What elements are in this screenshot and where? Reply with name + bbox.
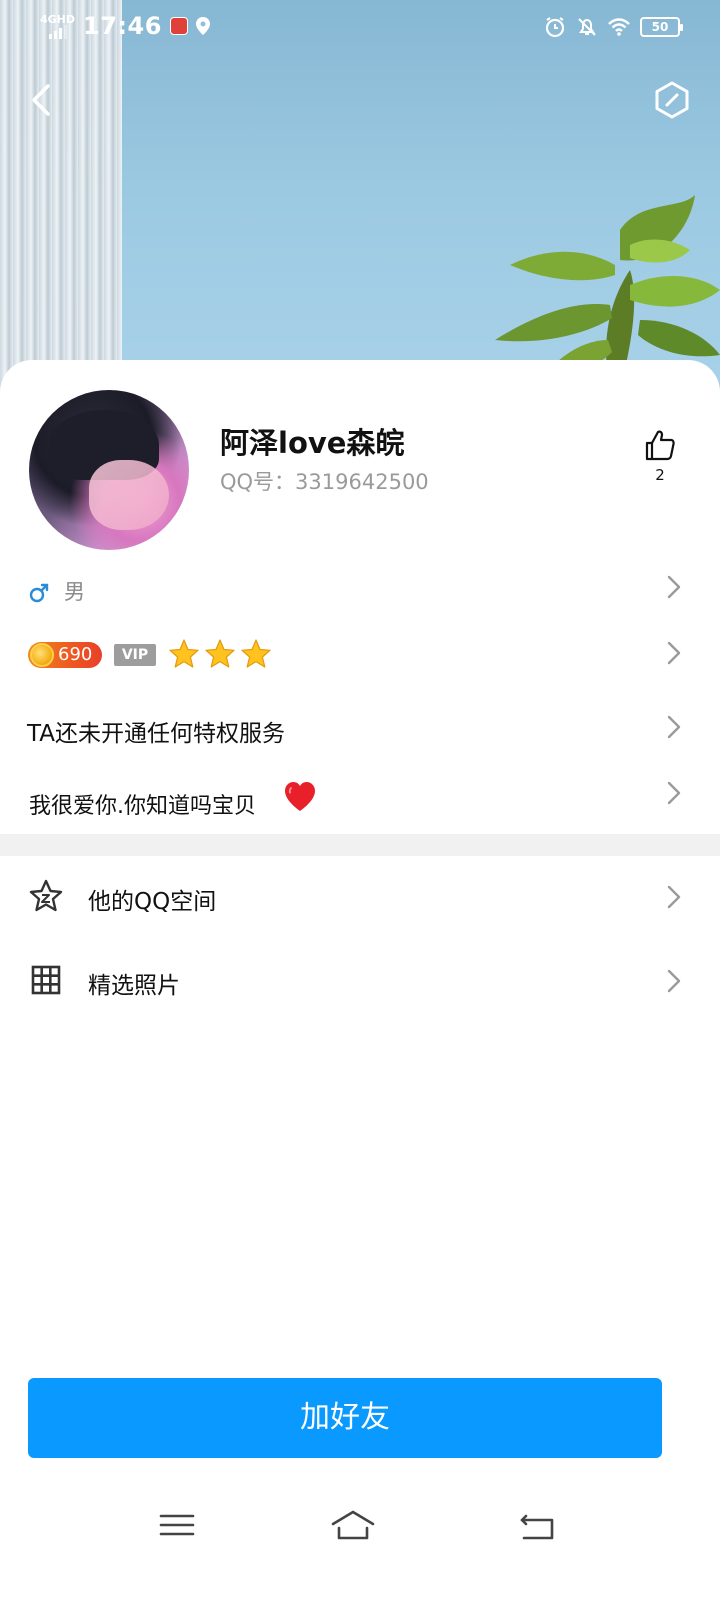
qq-number: QQ号：3319642500 bbox=[220, 470, 429, 494]
photos-row[interactable]: 精选照片 bbox=[0, 946, 720, 1016]
chevron-right-icon bbox=[667, 969, 681, 993]
app-notification-icon bbox=[169, 17, 188, 35]
vip-tag: VIP bbox=[114, 644, 156, 666]
signal-icon bbox=[48, 24, 67, 39]
star-icon bbox=[241, 639, 271, 668]
wifi-icon bbox=[608, 18, 630, 36]
male-icon bbox=[29, 583, 49, 603]
gender-text: 男 bbox=[64, 580, 85, 604]
status-bar: 4GHD 17:46 50 bbox=[0, 0, 720, 56]
privilege-text: TA还未开通任何特权服务 bbox=[27, 721, 285, 747]
level-value: 690 bbox=[58, 644, 93, 665]
privilege-row[interactable]: TA还未开通任何特权服务 bbox=[0, 710, 720, 760]
status-time: 17:46 bbox=[83, 12, 162, 40]
chevron-right-icon bbox=[667, 641, 681, 665]
section-divider bbox=[0, 834, 720, 856]
avatar[interactable] bbox=[29, 390, 189, 550]
cover-curtain bbox=[0, 0, 122, 420]
like-button[interactable]: 2 bbox=[640, 428, 680, 484]
chevron-left-icon[interactable] bbox=[24, 80, 60, 120]
photos-label: 精选照片 bbox=[88, 973, 180, 999]
gender-row[interactable]: 男 bbox=[0, 572, 720, 622]
home-icon[interactable] bbox=[328, 1504, 378, 1546]
back-icon[interactable] bbox=[512, 1504, 562, 1546]
system-nav-bar bbox=[0, 1492, 720, 1562]
star-icon bbox=[205, 639, 235, 668]
battery-icon: 50 bbox=[640, 17, 683, 37]
mute-bell-icon bbox=[578, 18, 596, 36]
signature-row[interactable]: 我很爱你.你知道吗宝贝 bbox=[0, 776, 720, 832]
chevron-right-icon bbox=[667, 575, 681, 599]
thumbs-up-icon bbox=[645, 430, 675, 461]
chevron-right-icon bbox=[667, 781, 681, 805]
qzone-label: 他的QQ空间 bbox=[88, 889, 217, 915]
location-icon bbox=[195, 17, 210, 35]
star-icon bbox=[169, 639, 199, 668]
alarm-icon bbox=[545, 17, 565, 38]
profile-cover-image bbox=[0, 0, 720, 420]
chevron-right-icon bbox=[667, 885, 681, 909]
menu-icon[interactable] bbox=[152, 1504, 202, 1546]
heart-icon bbox=[285, 782, 315, 811]
hexagon-settings-icon[interactable] bbox=[652, 80, 692, 120]
battery-level: 50 bbox=[651, 20, 669, 34]
grid-icon bbox=[31, 965, 61, 995]
add-friend-button[interactable]: 加好友 bbox=[28, 1378, 662, 1458]
network-type: 4GHD bbox=[40, 12, 76, 26]
coin-icon bbox=[30, 643, 54, 667]
signature-text: 我很爱你.你知道吗宝贝 bbox=[29, 794, 256, 819]
nickname: 阿泽love森皖 bbox=[220, 426, 405, 460]
level-badge: 690 bbox=[28, 642, 102, 668]
level-stars bbox=[168, 638, 272, 670]
qzone-star-icon bbox=[29, 879, 63, 912]
like-count: 2 bbox=[655, 466, 665, 484]
qzone-row[interactable]: 他的QQ空间 bbox=[0, 862, 720, 932]
level-row[interactable]: 690 VIP bbox=[0, 636, 720, 686]
chevron-right-icon bbox=[667, 715, 681, 739]
